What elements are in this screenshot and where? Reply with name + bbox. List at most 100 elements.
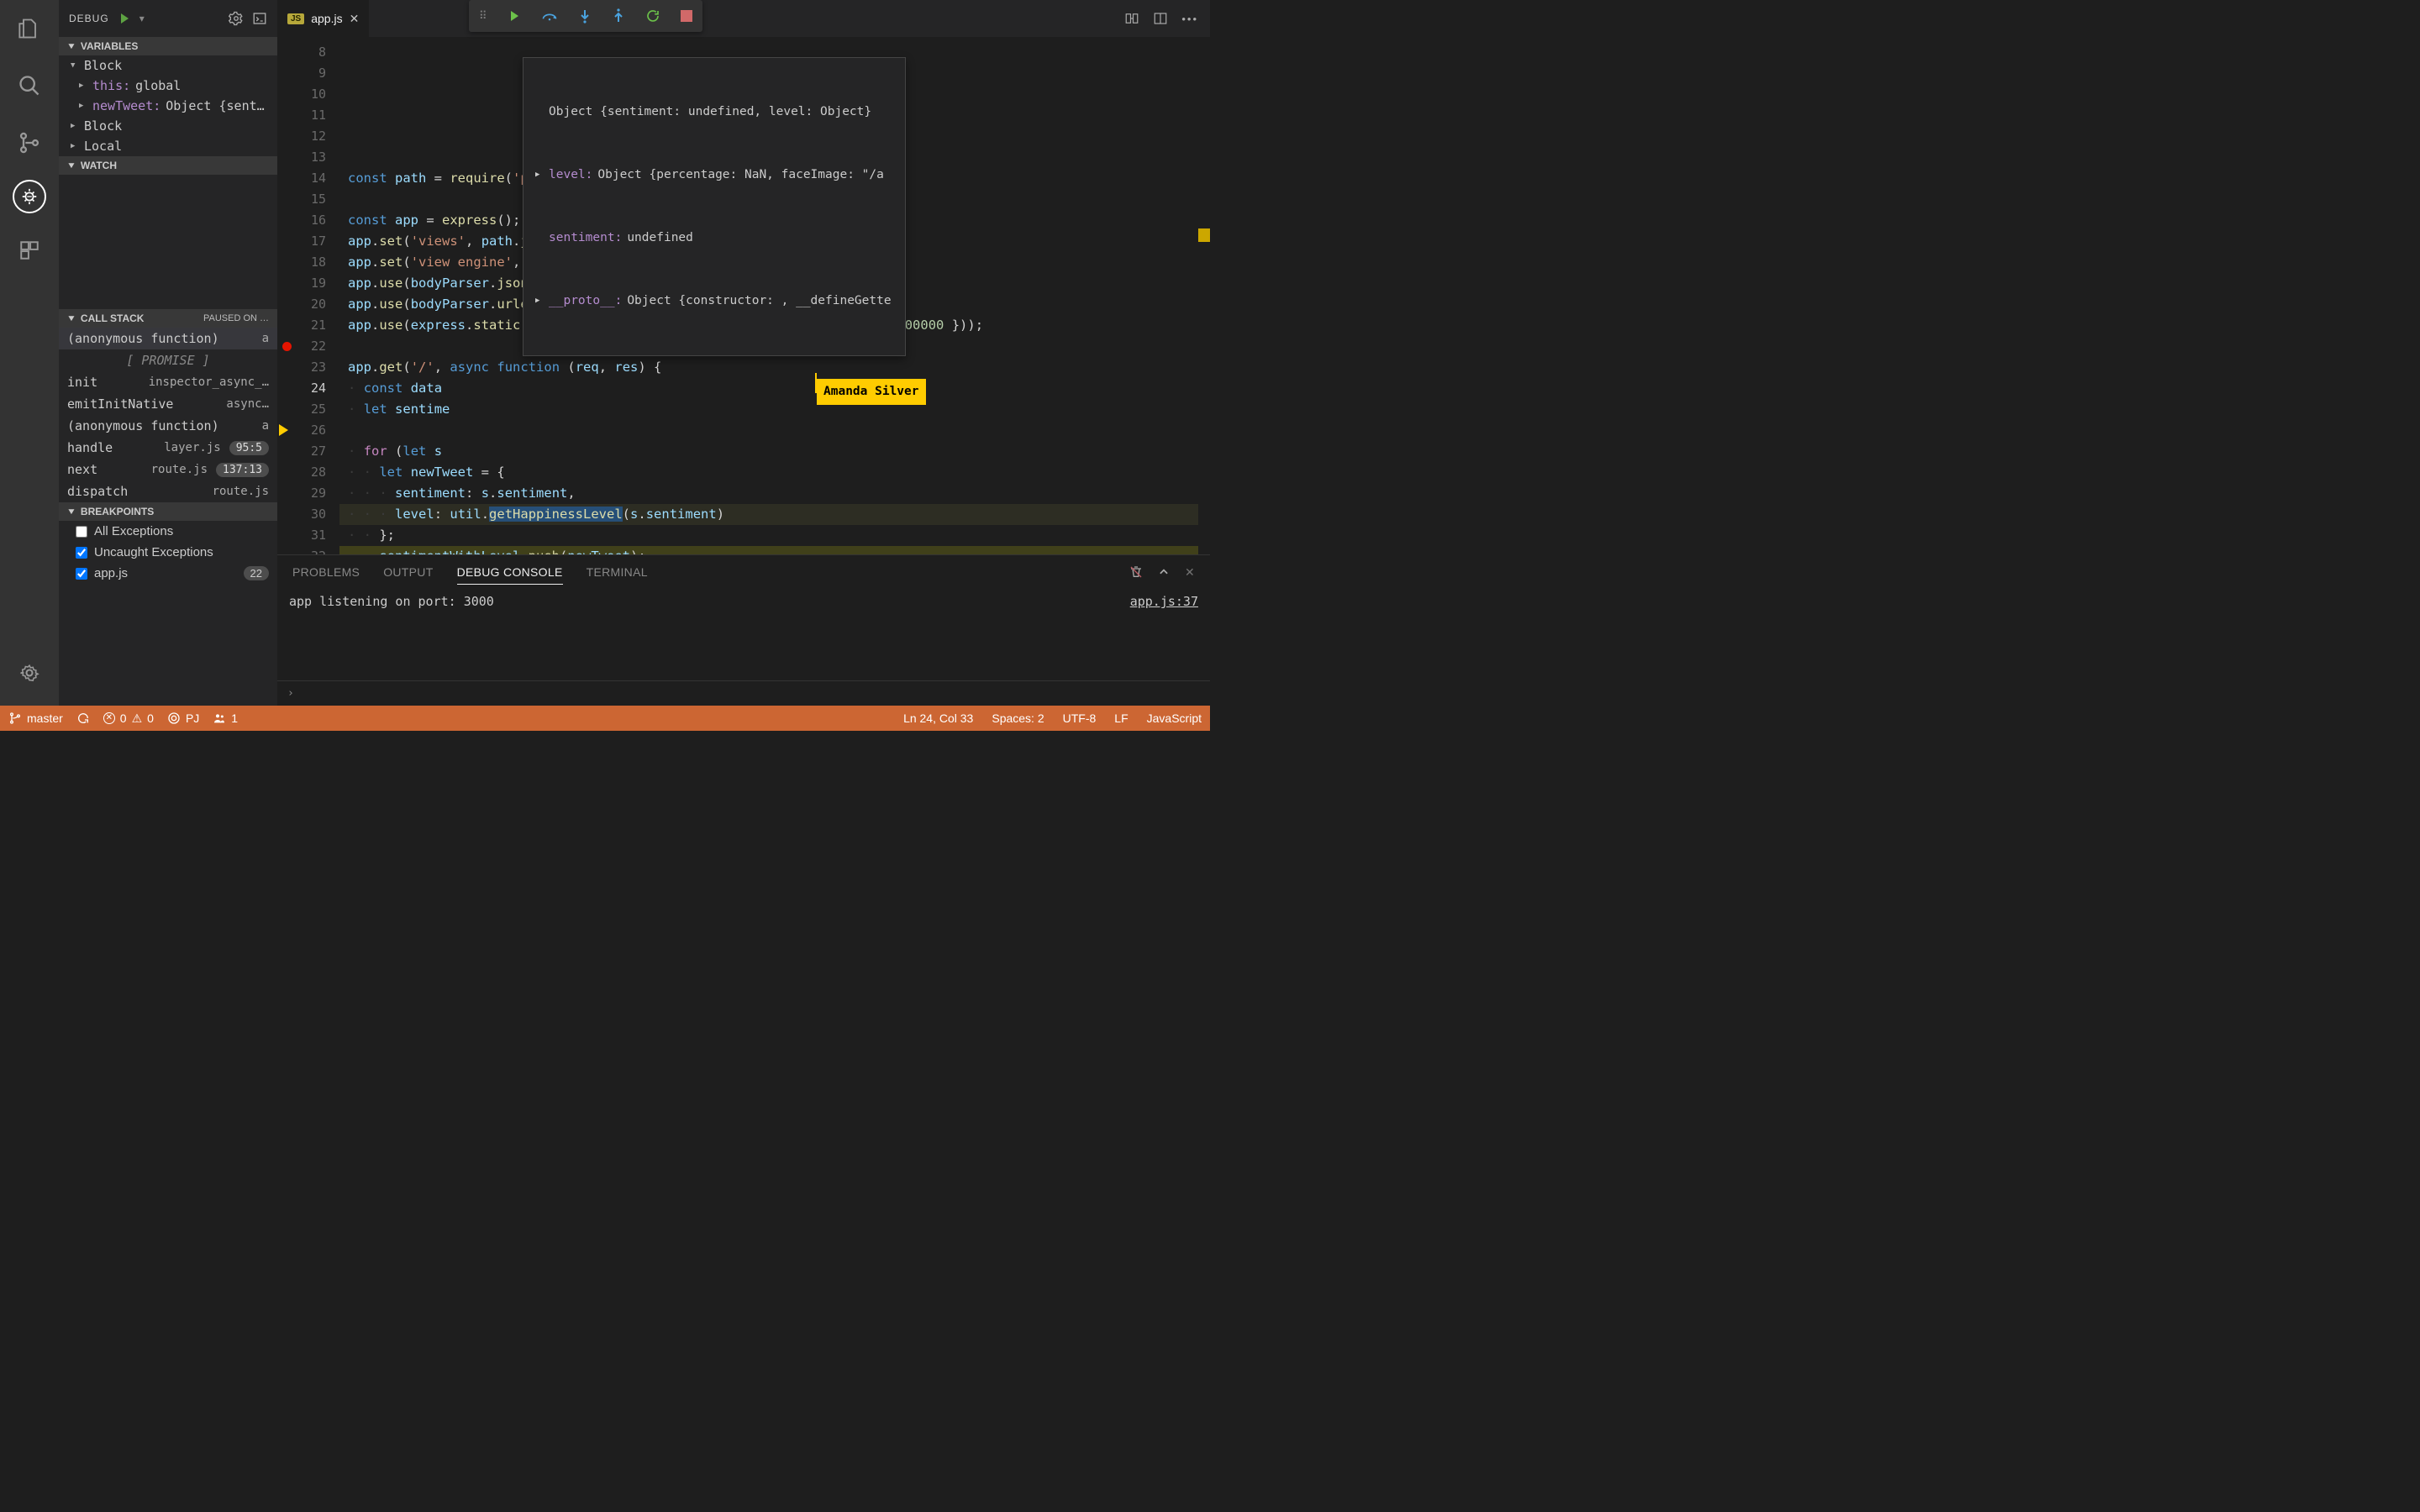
console-line: app listening on port: 3000	[289, 594, 494, 675]
status-liveshare[interactable]: PJ	[167, 711, 199, 725]
breakpoints-title: BREAKPOINTS	[81, 506, 154, 517]
callstack-frame[interactable]: nextroute.js137:13	[59, 459, 277, 480]
close-icon[interactable]: ✕	[350, 12, 360, 26]
callstack-frame[interactable]: (anonymous function)a	[59, 415, 277, 437]
continue-icon[interactable]	[508, 9, 521, 23]
watch-title: WATCH	[81, 160, 117, 171]
chevron-right-icon[interactable]: ▶	[535, 291, 544, 312]
tab-label: app.js	[311, 12, 342, 25]
callstack-header[interactable]: ▼ CALL STACK PAUSED ON …	[59, 309, 277, 328]
paused-reason: PAUSED ON …	[203, 313, 269, 323]
bottom-panel: PROBLEMS OUTPUT DEBUG CONSOLE TERMINAL ✕…	[277, 554, 1210, 706]
callstack-promise: [ PROMISE ]	[59, 349, 277, 371]
panel-close-icon[interactable]: ✕	[1185, 565, 1195, 580]
watch-body	[59, 175, 277, 309]
status-eol[interactable]: LF	[1114, 711, 1128, 725]
panel-chevron-up-icon[interactable]	[1158, 566, 1170, 578]
editor-toolbar: •••	[1113, 0, 1210, 37]
minimap-marker	[1198, 228, 1210, 242]
gutter[interactable]: 8910111213141516171819202122232425262728…	[277, 37, 339, 554]
debug-icon[interactable]	[13, 180, 46, 213]
main-area: JS app.js ✕ ••• 891011121314151617181920…	[277, 0, 1210, 706]
stop-icon[interactable]	[681, 10, 692, 22]
breakpoint-item[interactable]: Uncaught Exceptions	[59, 542, 277, 563]
debug-hover-tooltip[interactable]: Object {sentiment: undefined, level: Obj…	[523, 57, 906, 356]
callstack-frame[interactable]: handlelayer.js95:5	[59, 437, 277, 459]
clear-console-icon[interactable]	[1129, 565, 1143, 579]
breakpoint-label: All Exceptions	[94, 524, 173, 538]
breakpoint-label: Uncaught Exceptions	[94, 545, 213, 559]
callstack-frame[interactable]: dispatchroute.js	[59, 480, 277, 502]
console-source-link[interactable]: app.js:37	[1130, 594, 1198, 675]
compare-changes-icon[interactable]	[1124, 11, 1139, 26]
chevron-right-icon: ▶	[71, 122, 79, 130]
status-problems[interactable]: ✕0 ⚠0	[103, 711, 154, 726]
more-icon[interactable]: •••	[1181, 13, 1198, 25]
variable-newtweet[interactable]: ▶ newTweet: Object {sent…	[59, 96, 277, 116]
extensions-icon[interactable]	[9, 230, 50, 270]
breakpoint-checkbox[interactable]	[76, 526, 87, 538]
scope-block[interactable]: ▼ Block	[59, 55, 277, 76]
explorer-icon[interactable]	[9, 8, 50, 49]
debug-console-toggle-icon[interactable]	[252, 11, 267, 26]
callstack-frame[interactable]: (anonymous function)a	[59, 328, 277, 349]
hover-summary: Object {sentiment: undefined, level: Obj…	[549, 102, 871, 123]
repl-input-row[interactable]: ›	[277, 680, 1210, 706]
callstack-frame[interactable]: initinspector_async_…	[59, 371, 277, 393]
tab-output[interactable]: OUTPUT	[383, 560, 433, 584]
console-output[interactable]: app listening on port: 3000 app.js:37	[277, 589, 1210, 680]
chevron-down-icon: ▼	[66, 507, 76, 517]
status-language[interactable]: JavaScript	[1147, 711, 1202, 725]
status-encoding[interactable]: UTF-8	[1063, 711, 1097, 725]
status-sync[interactable]	[76, 711, 90, 725]
step-over-icon[interactable]	[541, 9, 558, 23]
tab-debugconsole[interactable]: DEBUG CONSOLE	[457, 560, 563, 585]
status-liveshare-participants[interactable]: 1	[213, 711, 238, 725]
scope-local[interactable]: ▶ Local	[59, 136, 277, 156]
code-area[interactable]: const path = require('path');const app =…	[339, 37, 1210, 554]
step-out-icon[interactable]	[612, 8, 625, 24]
settings-gear-icon[interactable]	[9, 653, 50, 693]
repl-prompt-icon: ›	[287, 687, 294, 700]
drag-handle-icon[interactable]: ⠿	[479, 9, 487, 23]
scope-block-2[interactable]: ▶ Block	[59, 116, 277, 136]
debug-sidebar: DEBUG ▾ ▼ VARIABLES ▼ Block ▶ this: glob…	[59, 0, 277, 706]
status-cursor[interactable]: Ln 24, Col 33	[903, 711, 973, 725]
callstack-frame[interactable]: emitInitNativeasync…	[59, 393, 277, 415]
callstack-body: (anonymous function)a[ PROMISE ]initinsp…	[59, 328, 277, 502]
split-editor-icon[interactable]	[1153, 11, 1168, 26]
status-branch[interactable]: master	[8, 711, 63, 725]
restart-icon[interactable]	[645, 8, 660, 24]
chevron-right-icon[interactable]: ▶	[535, 165, 544, 186]
editor[interactable]: 8910111213141516171819202122232425262728…	[277, 37, 1210, 554]
chevron-right-icon: ▶	[71, 142, 79, 150]
debug-config-dropdown-icon[interactable]: ▾	[139, 13, 145, 24]
tab-terminal[interactable]: TERMINAL	[587, 560, 648, 584]
chevron-down-icon: ▼	[66, 42, 76, 51]
tab-problems[interactable]: PROBLEMS	[292, 560, 360, 584]
chevron-down-icon: ▼	[66, 314, 76, 323]
minimap[interactable]	[1198, 37, 1210, 554]
debug-toolbar[interactable]: ⠿	[469, 0, 702, 32]
source-control-icon[interactable]	[9, 123, 50, 163]
tab-appjs[interactable]: JS app.js ✕	[277, 0, 370, 37]
liveshare-cursor-label: Amanda Silver	[817, 379, 926, 405]
search-icon[interactable]	[9, 66, 50, 106]
error-icon: ✕	[103, 712, 115, 724]
start-debug-icon[interactable]	[118, 12, 131, 25]
activity-bar	[0, 0, 59, 706]
variable-this[interactable]: ▶ this: global	[59, 76, 277, 96]
debug-gear-icon[interactable]	[229, 11, 244, 26]
breakpoint-item[interactable]: app.js22	[59, 563, 277, 584]
status-indent[interactable]: Spaces: 2	[992, 711, 1044, 725]
sidebar-header: DEBUG ▾	[59, 0, 277, 37]
breakpoint-checkbox[interactable]	[76, 547, 87, 559]
breakpoint-checkbox[interactable]	[76, 568, 87, 580]
step-into-icon[interactable]	[578, 8, 592, 24]
variables-header[interactable]: ▼ VARIABLES	[59, 37, 277, 55]
breakpoint-line-badge: 22	[244, 566, 269, 580]
liveshare-cursor	[815, 373, 817, 393]
breakpoints-header[interactable]: ▼ BREAKPOINTS	[59, 502, 277, 521]
breakpoint-item[interactable]: All Exceptions	[59, 521, 277, 542]
watch-header[interactable]: ▼ WATCH	[59, 156, 277, 175]
